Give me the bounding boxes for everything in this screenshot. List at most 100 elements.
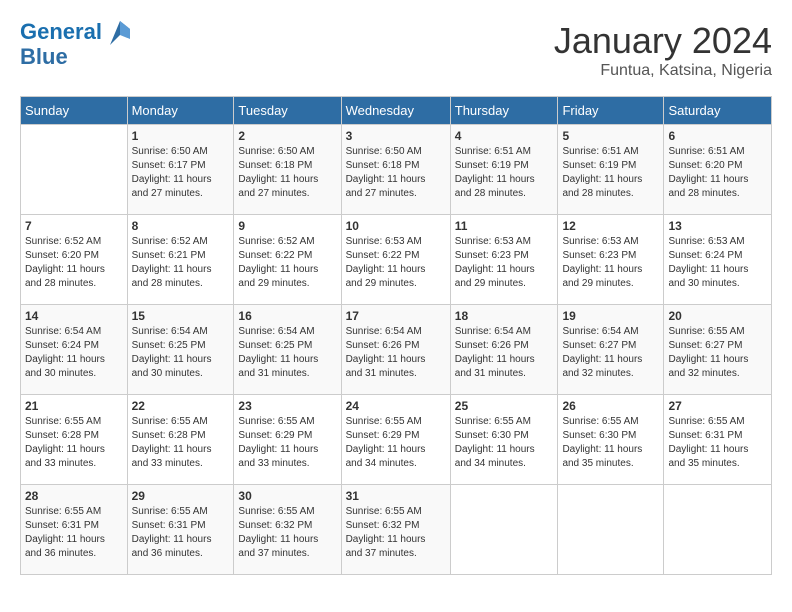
day-number: 17 bbox=[346, 309, 446, 323]
week-row-4: 28 Sunrise: 6:55 AMSunset: 6:31 PMDayligh… bbox=[21, 485, 772, 575]
calendar-cell: 1Sunrise: 6:50 AMSunset: 6:17 PMDaylight… bbox=[127, 125, 234, 215]
calendar-cell bbox=[450, 485, 558, 575]
day-info: Sunrise: 6:55 AMSunset: 6:30 PMDaylight:… bbox=[562, 415, 659, 471]
day-info: Sunrise: 6:52 AMSunset: 6:21 PMDaylight:… bbox=[132, 235, 230, 291]
day-info: Sunrise: 6:55 AMSunset: 6:28 PMDaylight:… bbox=[25, 415, 123, 471]
day-number: 5 bbox=[562, 129, 659, 143]
day-header-tuesday: Tuesday bbox=[234, 97, 341, 125]
calendar-cell: 29 Sunrise: 6:55 AMSunset: 6:31 PMDayligh… bbox=[127, 485, 234, 575]
calendar-cell: 20Sunrise: 6:55 AMSunset: 6:27 PMDayligh… bbox=[664, 305, 772, 395]
day-info: Sunrise: 6:51 AMSunset: 6:19 PMDaylight:… bbox=[562, 145, 659, 201]
calendar-cell: 8 Sunrise: 6:52 AMSunset: 6:21 PMDaylight… bbox=[127, 215, 234, 305]
title-block: January 2024 Funtua, Katsina, Nigeria bbox=[554, 20, 772, 80]
day-info: Sunrise: 6:55 AMSunset: 6:29 PMDaylight:… bbox=[238, 415, 336, 471]
day-number: 18 bbox=[455, 309, 554, 323]
week-row-3: 21 Sunrise: 6:55 AMSunset: 6:28 PMDayligh… bbox=[21, 395, 772, 485]
day-info: Sunrise: 6:52 AMSunset: 6:22 PMDaylight:… bbox=[238, 235, 336, 291]
day-info: Sunrise: 6:54 AMSunset: 6:26 PMDaylight:… bbox=[455, 325, 554, 381]
calendar-table: SundayMondayTuesdayWednesdayThursdayFrid… bbox=[20, 96, 772, 575]
day-info: Sunrise: 6:55 AMSunset: 6:31 PMDaylight:… bbox=[25, 505, 123, 561]
week-row-2: 14 Sunrise: 6:54 AMSunset: 6:24 PMDayligh… bbox=[21, 305, 772, 395]
day-number: 14 bbox=[25, 309, 123, 323]
day-number: 25 bbox=[455, 399, 554, 413]
day-info: Sunrise: 6:55 AMSunset: 6:31 PMDaylight:… bbox=[132, 505, 230, 561]
calendar-cell: 26 Sunrise: 6:55 AMSunset: 6:30 PMDayligh… bbox=[558, 395, 664, 485]
day-number: 12 bbox=[562, 219, 659, 233]
calendar-cell: 22 Sunrise: 6:55 AMSunset: 6:28 PMDayligh… bbox=[127, 395, 234, 485]
calendar-cell: 5 Sunrise: 6:51 AMSunset: 6:19 PMDaylight… bbox=[558, 125, 664, 215]
calendar-cell: 19Sunrise: 6:54 AMSunset: 6:27 PMDayligh… bbox=[558, 305, 664, 395]
page-header: General Blue January 2024 Funtua, Katsin… bbox=[20, 20, 772, 80]
day-info: Sunrise: 6:55 AMSunset: 6:30 PMDaylight:… bbox=[455, 415, 554, 471]
day-info: Sunrise: 6:54 AMSunset: 6:26 PMDaylight:… bbox=[346, 325, 446, 381]
day-number: 26 bbox=[562, 399, 659, 413]
day-number: 4 bbox=[455, 129, 554, 143]
day-number: 24 bbox=[346, 399, 446, 413]
logo-line2: Blue bbox=[20, 44, 68, 69]
day-number: 19 bbox=[562, 309, 659, 323]
calendar-cell bbox=[664, 485, 772, 575]
day-info: Sunrise: 6:53 AMSunset: 6:23 PMDaylight:… bbox=[562, 235, 659, 291]
day-number: 7 bbox=[25, 219, 123, 233]
calendar-cell: 27 Sunrise: 6:55 AMSunset: 6:31 PMDayligh… bbox=[664, 395, 772, 485]
calendar-cell bbox=[21, 125, 128, 215]
day-number: 20 bbox=[668, 309, 767, 323]
day-number: 6 bbox=[668, 129, 767, 143]
calendar-cell: 13 Sunrise: 6:53 AMSunset: 6:24 PMDayligh… bbox=[664, 215, 772, 305]
day-number: 1 bbox=[132, 129, 230, 143]
location: Funtua, Katsina, Nigeria bbox=[554, 62, 772, 80]
day-info: Sunrise: 6:55 AMSunset: 6:32 PMDaylight:… bbox=[238, 505, 336, 561]
day-number: 27 bbox=[668, 399, 767, 413]
day-number: 10 bbox=[346, 219, 446, 233]
day-info: Sunrise: 6:55 AMSunset: 6:28 PMDaylight:… bbox=[132, 415, 230, 471]
logo-bird-icon bbox=[110, 21, 130, 45]
day-number: 29 bbox=[132, 489, 230, 503]
day-header-thursday: Thursday bbox=[450, 97, 558, 125]
calendar-cell: 16Sunrise: 6:54 AMSunset: 6:25 PMDayligh… bbox=[234, 305, 341, 395]
logo-text: General Blue bbox=[20, 20, 130, 69]
day-info: Sunrise: 6:54 AMSunset: 6:25 PMDaylight:… bbox=[132, 325, 230, 381]
calendar-cell: 31Sunrise: 6:55 AMSunset: 6:32 PMDayligh… bbox=[341, 485, 450, 575]
calendar-cell: 6 Sunrise: 6:51 AMSunset: 6:20 PMDaylight… bbox=[664, 125, 772, 215]
day-number: 21 bbox=[25, 399, 123, 413]
calendar-cell: 23Sunrise: 6:55 AMSunset: 6:29 PMDayligh… bbox=[234, 395, 341, 485]
day-number: 11 bbox=[455, 219, 554, 233]
day-info: Sunrise: 6:50 AMSunset: 6:18 PMDaylight:… bbox=[346, 145, 446, 201]
calendar-cell: 3 Sunrise: 6:50 AMSunset: 6:18 PMDaylight… bbox=[341, 125, 450, 215]
day-info: Sunrise: 6:53 AMSunset: 6:23 PMDaylight:… bbox=[455, 235, 554, 291]
calendar-cell: 10 Sunrise: 6:53 AMSunset: 6:22 PMDayligh… bbox=[341, 215, 450, 305]
day-header-wednesday: Wednesday bbox=[341, 97, 450, 125]
day-number: 3 bbox=[346, 129, 446, 143]
day-info: Sunrise: 6:54 AMSunset: 6:25 PMDaylight:… bbox=[238, 325, 336, 381]
day-info: Sunrise: 6:53 AMSunset: 6:24 PMDaylight:… bbox=[668, 235, 767, 291]
day-info: Sunrise: 6:50 AMSunset: 6:18 PMDaylight:… bbox=[238, 145, 336, 201]
day-info: Sunrise: 6:55 AMSunset: 6:29 PMDaylight:… bbox=[346, 415, 446, 471]
calendar-cell: 11 Sunrise: 6:53 AMSunset: 6:23 PMDayligh… bbox=[450, 215, 558, 305]
calendar-cell: 2 Sunrise: 6:50 AMSunset: 6:18 PMDaylight… bbox=[234, 125, 341, 215]
day-info: Sunrise: 6:55 AMSunset: 6:31 PMDaylight:… bbox=[668, 415, 767, 471]
calendar-cell: 28 Sunrise: 6:55 AMSunset: 6:31 PMDayligh… bbox=[21, 485, 128, 575]
calendar-cell: 15 Sunrise: 6:54 AMSunset: 6:25 PMDayligh… bbox=[127, 305, 234, 395]
logo-line1: General bbox=[20, 19, 102, 44]
calendar-cell: 30Sunrise: 6:55 AMSunset: 6:32 PMDayligh… bbox=[234, 485, 341, 575]
day-number: 15 bbox=[132, 309, 230, 323]
day-number: 8 bbox=[132, 219, 230, 233]
day-info: Sunrise: 6:54 AMSunset: 6:24 PMDaylight:… bbox=[25, 325, 123, 381]
day-number: 9 bbox=[238, 219, 336, 233]
day-info: Sunrise: 6:52 AMSunset: 6:20 PMDaylight:… bbox=[25, 235, 123, 291]
day-number: 28 bbox=[25, 489, 123, 503]
calendar-cell: 18 Sunrise: 6:54 AMSunset: 6:26 PMDayligh… bbox=[450, 305, 558, 395]
day-number: 22 bbox=[132, 399, 230, 413]
calendar-cell: 24 Sunrise: 6:55 AMSunset: 6:29 PMDayligh… bbox=[341, 395, 450, 485]
day-header-row: SundayMondayTuesdayWednesdayThursdayFrid… bbox=[21, 97, 772, 125]
calendar-cell: 25 Sunrise: 6:55 AMSunset: 6:30 PMDayligh… bbox=[450, 395, 558, 485]
calendar-cell: 9 Sunrise: 6:52 AMSunset: 6:22 PMDaylight… bbox=[234, 215, 341, 305]
day-info: Sunrise: 6:53 AMSunset: 6:22 PMDaylight:… bbox=[346, 235, 446, 291]
calendar-cell: 21 Sunrise: 6:55 AMSunset: 6:28 PMDayligh… bbox=[21, 395, 128, 485]
day-number: 31 bbox=[346, 489, 446, 503]
day-number: 2 bbox=[238, 129, 336, 143]
calendar-cell: 12 Sunrise: 6:53 AMSunset: 6:23 PMDayligh… bbox=[558, 215, 664, 305]
day-info: Sunrise: 6:51 AMSunset: 6:20 PMDaylight:… bbox=[668, 145, 767, 201]
day-header-sunday: Sunday bbox=[21, 97, 128, 125]
day-number: 13 bbox=[668, 219, 767, 233]
